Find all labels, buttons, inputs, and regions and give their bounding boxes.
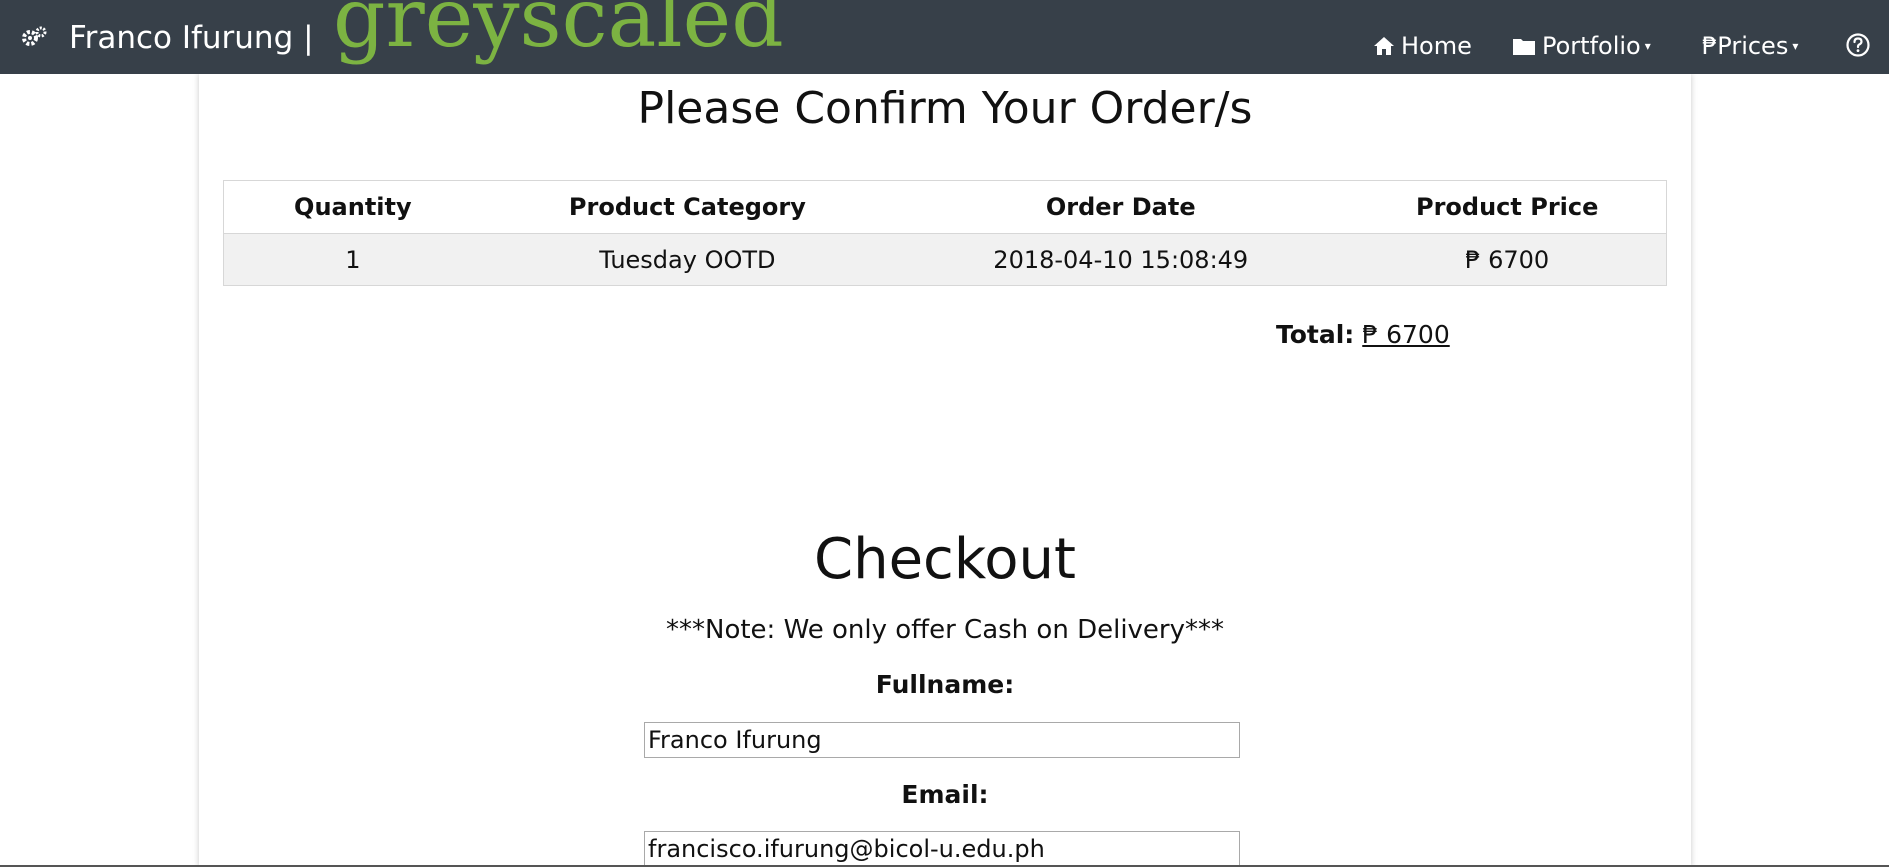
confirm-order-title: Please Confirm Your Order/s bbox=[637, 83, 1253, 134]
email-field[interactable] bbox=[644, 831, 1240, 867]
brand-logo[interactable]: greyscaled bbox=[333, 0, 784, 60]
email-label: Email: bbox=[901, 780, 989, 809]
top-navbar: Franco Ifurung | greyscaled Home Portfol… bbox=[0, 0, 1889, 74]
column-header-order-date: Order Date bbox=[893, 180, 1349, 234]
brand-name[interactable]: Franco Ifurung | bbox=[69, 16, 314, 60]
chevron-down-icon: ▾ bbox=[1792, 39, 1799, 53]
table-header-row: Quantity Product Category Order Date Pro… bbox=[223, 180, 1667, 234]
chevron-down-icon: ▾ bbox=[1644, 39, 1651, 53]
fullname-label: Fullname: bbox=[875, 670, 1015, 699]
orders-table: Quantity Product Category Order Date Pro… bbox=[223, 180, 1667, 286]
column-header-quantity: Quantity bbox=[223, 180, 482, 234]
order-card: Please Confirm Your Order/s Quantity Pro… bbox=[199, 74, 1691, 867]
column-header-price: Product Price bbox=[1348, 180, 1667, 234]
nav-prices[interactable]: ₱Prices ▾ bbox=[1702, 26, 1798, 66]
table-row: 1 Tuesday OOTD 2018-04-10 15:08:49 ₱ 670… bbox=[223, 233, 1667, 286]
delivery-note: ***Note: We only offer Cash on Delivery*… bbox=[666, 615, 1224, 645]
nav-home-label: Home bbox=[1401, 32, 1472, 60]
total-value: ₱ 6700 bbox=[1362, 320, 1450, 349]
nav-home[interactable]: Home bbox=[1373, 26, 1472, 66]
cell-category: Tuesday OOTD bbox=[481, 233, 894, 286]
total-label: Total: bbox=[1276, 320, 1355, 349]
fullname-field[interactable] bbox=[644, 722, 1240, 758]
folder-icon bbox=[1513, 39, 1535, 55]
cell-quantity: 1 bbox=[223, 233, 482, 286]
gears-icon[interactable] bbox=[20, 25, 48, 49]
help-icon[interactable] bbox=[1845, 32, 1871, 58]
column-header-category: Product Category bbox=[481, 180, 894, 234]
nav-portfolio-label: Portfolio bbox=[1542, 32, 1641, 60]
nav-prices-label: ₱Prices bbox=[1702, 32, 1789, 60]
order-total: Total: ₱ 6700 bbox=[1276, 320, 1450, 349]
home-icon bbox=[1374, 37, 1394, 55]
nav-portfolio[interactable]: Portfolio ▾ bbox=[1512, 26, 1651, 66]
cell-order-date: 2018-04-10 15:08:49 bbox=[893, 233, 1349, 286]
checkout-title: Checkout bbox=[814, 527, 1076, 592]
cell-price: ₱ 6700 bbox=[1348, 233, 1667, 286]
